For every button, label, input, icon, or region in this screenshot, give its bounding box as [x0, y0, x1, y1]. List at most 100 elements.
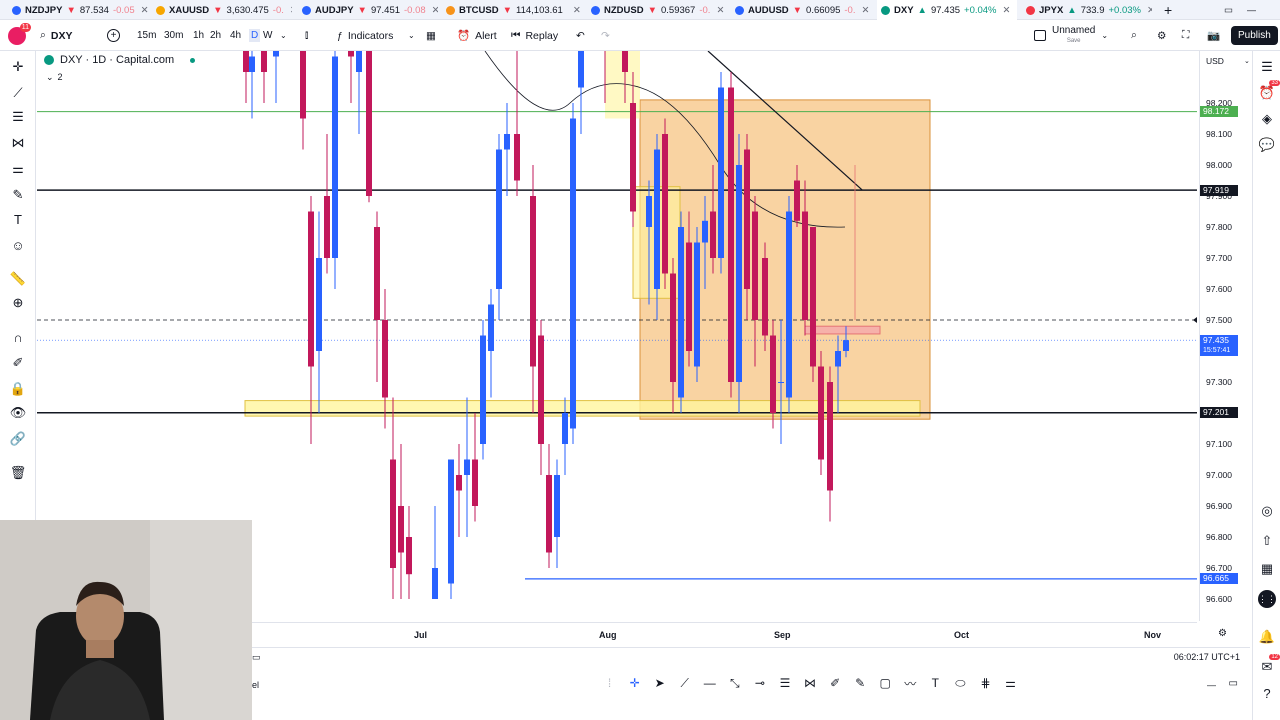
alerts-button[interactable]: ⏰ 33	[1257, 80, 1280, 103]
settings-button[interactable]: ⚙	[1157, 20, 1166, 51]
magnet-tool[interactable]: ∩	[8, 327, 28, 347]
tab-jpyx[interactable]: JPYX ▲ 733.9 +0.03% ✕	[1022, 0, 1152, 20]
crosshair-tool[interactable]: ✛	[8, 57, 28, 77]
time-axis[interactable]: Jul Aug Sep Oct Nov	[252, 622, 1197, 646]
chat-button[interactable]: 💬	[1257, 135, 1277, 155]
tab-nzdjpy[interactable]: NZDJPY ▼ 87.534 -0.05 ✕	[8, 0, 148, 20]
lock-tool[interactable]: 🔒	[8, 379, 28, 399]
target-button[interactable]: ◎	[1257, 501, 1277, 521]
tab-nzdusd[interactable]: NZDUSD ▼ 0.59367 -0. ✕	[587, 0, 727, 20]
close-icon[interactable]: ✕	[1003, 5, 1011, 16]
panel-tab-label[interactable]: el	[252, 680, 259, 690]
currency-label[interactable]: USD	[1206, 56, 1224, 66]
timeframe-d[interactable]: D	[249, 29, 261, 42]
chart-legend[interactable]: DXY · 1D · Capital.com	[44, 54, 196, 66]
ideas-button[interactable]: ⇧	[1257, 531, 1277, 551]
hide-tool[interactable]: 👁	[8, 403, 28, 423]
path-icon[interactable]: 〰	[901, 673, 920, 693]
drag-handle-icon[interactable]: ⁞	[600, 673, 619, 693]
stay-drawing-tool[interactable]: ✐	[8, 353, 28, 373]
timeframe-4h[interactable]: 4h	[230, 30, 241, 41]
snapshot-button[interactable]: 📷	[1207, 20, 1220, 51]
close-icon[interactable]: ✕	[290, 5, 292, 16]
pattern-icon[interactable]: ⋈	[801, 673, 820, 693]
indicators-button[interactable]: ƒ Indicators	[337, 20, 393, 51]
cursor-icon[interactable]: ➤	[650, 673, 669, 693]
chart-type-button[interactable]: ⫾	[305, 20, 308, 51]
timeframe-dropdown[interactable]: ⌄	[280, 20, 287, 51]
fib-icon[interactable]: ☰	[775, 673, 794, 693]
price-badge[interactable]: 96.665	[1200, 573, 1238, 585]
publish-button[interactable]: Publish	[1231, 20, 1278, 51]
redo-button[interactable]: ↷	[601, 20, 610, 51]
symbol-search[interactable]: ⌕ DXY	[40, 20, 72, 51]
price-axis[interactable]: USD ⌄ 98.200 98.100 98.000 97.900 97.800 97.7…	[1199, 51, 1252, 621]
desktop-icon[interactable]: ▭	[1224, 5, 1233, 16]
horizontal-ray-icon[interactable]: ⊸	[750, 673, 769, 693]
fullscreen-button[interactable]: ⛶	[1182, 20, 1189, 51]
crosshair-icon[interactable]: ✛	[625, 673, 644, 693]
fib-tool[interactable]: ☰	[8, 107, 28, 127]
calendar-button[interactable]: ▦	[1257, 559, 1277, 579]
horizontal-line-icon[interactable]: —	[700, 673, 719, 693]
ruler-tool[interactable]: 📏	[8, 269, 28, 289]
user-avatar[interactable]: 11	[8, 20, 31, 51]
price-badge[interactable]: 97.201	[1200, 407, 1238, 419]
alert-button[interactable]: ⏰ Alert	[457, 20, 497, 51]
brush-tool[interactable]: ✎	[8, 185, 28, 205]
ray-icon[interactable]: ⤡	[725, 673, 744, 693]
indicators-dropdown[interactable]: ⌄	[408, 20, 415, 51]
timeframe-30m[interactable]: 30m	[164, 30, 183, 41]
price-badge[interactable]: 97.919	[1200, 184, 1238, 196]
minimize-icon[interactable]: —	[1247, 5, 1257, 16]
notifications-button[interactable]: 🔔	[1257, 627, 1277, 647]
clock-readout[interactable]: 06:02:17 UTC+1	[1174, 652, 1240, 662]
brush-icon[interactable]: ✐	[826, 673, 845, 693]
tab-audjpy[interactable]: AUDJPY ▼ 97.451 -0.08 ✕	[298, 0, 438, 20]
forecast-tool[interactable]: ⚌	[8, 159, 28, 179]
new-tab-button[interactable]: +	[1160, 0, 1172, 20]
timeframe-w[interactable]: W	[263, 30, 272, 41]
trendline-tool[interactable]: ⟋	[8, 83, 28, 103]
tab-audusd[interactable]: AUDUSD ▼ 0.66095 -0. ✕	[731, 0, 871, 20]
trendline-icon[interactable]: ⟋	[675, 673, 694, 693]
templates-button[interactable]: ▦	[426, 20, 436, 51]
timeframe-2h[interactable]: 2h	[210, 30, 221, 41]
timeframe-15m[interactable]: 15m	[137, 30, 156, 41]
tab-xauusd[interactable]: XAUUSD▼3,630.475-0. ✕	[152, 0, 292, 20]
delete-tool[interactable]: 🗑	[8, 463, 28, 483]
layers-button[interactable]: ◈	[1257, 109, 1277, 129]
pen-icon[interactable]: ✎	[851, 673, 870, 693]
zoom-tool[interactable]: ⊕	[8, 293, 28, 313]
close-icon[interactable]: ✕	[432, 5, 438, 16]
gann-icon[interactable]: ⚌	[1001, 673, 1020, 693]
maximize-icon[interactable]: ▭	[1229, 678, 1238, 689]
close-icon[interactable]: ✕	[861, 5, 869, 16]
quick-search-button[interactable]: ⌕	[1131, 20, 1137, 51]
close-icon[interactable]: ✕	[141, 5, 148, 16]
text-icon[interactable]: T	[926, 673, 945, 693]
pattern-tool[interactable]: ⋈	[8, 133, 28, 153]
indicator-toggle[interactable]: ⌄ 2	[46, 72, 63, 83]
minimize-icon[interactable]: —	[1207, 680, 1216, 690]
layout-menu[interactable]: Unnamed Save ⌄	[1034, 20, 1108, 51]
compare-symbol-button[interactable]: +	[107, 20, 120, 51]
apps-button[interactable]: ⋮⋮	[1257, 589, 1277, 609]
timeframe-1h[interactable]: 1h	[193, 30, 204, 41]
ellipse-icon[interactable]: ⬭	[951, 673, 970, 693]
close-icon[interactable]: ✕	[573, 5, 581, 16]
close-icon[interactable]: ✕	[1147, 5, 1152, 16]
link-tool[interactable]: 🔗	[8, 429, 28, 449]
tab-btcusd[interactable]: BTCUSD ▼ 114,103.61 ✕	[442, 0, 582, 20]
replay-button[interactable]: ⏮ Replay	[511, 20, 558, 51]
parallel-channel-icon[interactable]: ⋕	[976, 673, 995, 693]
messages-button[interactable]: ✉ 12	[1257, 654, 1280, 677]
calendar-icon[interactable]: ▭	[252, 652, 261, 663]
close-icon[interactable]: ✕	[716, 5, 724, 16]
text-tool[interactable]: T	[8, 209, 28, 229]
emoji-tool[interactable]: ☺	[8, 235, 28, 255]
price-badge[interactable]: 98.172	[1200, 106, 1238, 118]
watchlist-button[interactable]: ☰	[1257, 57, 1277, 77]
help-button[interactable]: ?	[1257, 683, 1277, 703]
undo-button[interactable]: ↶	[576, 20, 585, 51]
